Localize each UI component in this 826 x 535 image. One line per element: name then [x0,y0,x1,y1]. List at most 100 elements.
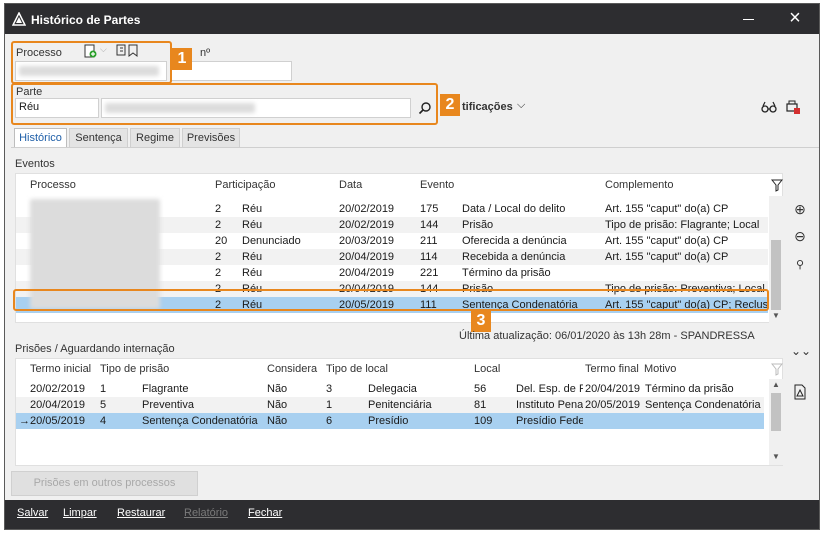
eventos-cell-evento: Data / Local do delito [462,203,566,215]
fechar-button[interactable]: Fechar [248,507,282,519]
prisoes-cell-tp: 1 [100,383,107,395]
prisoes-row[interactable]: → 20/05/2019 4 Sentença Condenatória Não 6 Pre… [16,413,764,429]
eventos-cell-comp: Art. 155 "caput" do(a) CP [605,251,729,263]
prisoes-cell-tipolocal: Penitenciária [368,399,432,411]
prisoes-scroll-thumb[interactable] [771,393,781,431]
prisoes-cell-tp: 4 [100,415,107,427]
notificacoes-label[interactable]: tificações [462,101,513,113]
tabs-divider [11,147,819,148]
app-logo-icon [12,12,26,26]
prisoes-cell-considera: Não [267,383,288,395]
eventos-cell-data: 20/04/2019 [339,251,395,263]
col-tipo-prisao[interactable]: Tipo de prisão [100,363,169,375]
notificacoes-chevron-icon[interactable]: ⌵ [517,99,525,112]
minimize-button[interactable] [739,10,759,28]
prisoes-cell-motivo: Término da prisão [645,383,734,395]
scroll-down-arrow[interactable]: ▼ [770,311,782,320]
print-alert-icon[interactable] [785,99,801,115]
eventos-cell-data: 20/02/2019 [339,219,395,231]
relatorio-button[interactable]: Relatório [184,507,228,519]
prisoes-row[interactable]: 20/04/2019 5 Preventiva Não 1 Penitenciária 81… [16,397,764,413]
prisoes-cell-fim: 20/04/2019 [585,383,641,395]
prisoes-cell-inicio: 20/04/2019 [30,399,86,411]
callout-2-badge: 2 [440,94,460,116]
salvar-button[interactable]: Salvar [17,507,48,519]
restaurar-button[interactable]: Restaurar [117,507,165,519]
callout-1-box [11,41,172,84]
remove-icon[interactable]: ⊖ [791,227,809,245]
processo-numero-label: nº [200,47,211,59]
window-title: Histórico de Partes [31,13,141,27]
col-considera[interactable]: Considera [267,363,317,375]
eventos-cell-comp: Art. 155 "caput" do(a) CP [605,235,729,247]
user-list-icon[interactable]: ⚲ [791,256,809,274]
prisoes-scroll-down-arrow[interactable]: ▼ [770,452,782,461]
filter-icon-disabled [771,363,783,376]
prisoes-cell-inicio: 20/05/2019 [30,415,86,427]
eventos-cell-comp: Art. 155 "caput" do(a) CP [605,203,729,215]
col-motivo[interactable]: Motivo [644,363,676,375]
expand-down-icon[interactable]: ⌄⌄ [791,342,811,360]
prisoes-cell-marker: → [19,415,29,427]
prisoes-cell-tp: 5 [100,399,107,411]
prisoes-cell-fim: 20/05/2019 [585,399,641,411]
prisoes-scrollbar[interactable]: ▲ ▼ [769,379,783,465]
filter-icon[interactable] [771,179,783,192]
prisoes-cell-tipolocal: Delegacia [368,383,417,395]
eventos-cell-data: 20/04/2019 [339,267,395,279]
prisoes-cell-considera: Não [267,415,288,427]
col-participacao[interactable]: Participação [215,179,276,191]
eventos-cell-data: 20/03/2019 [339,235,395,247]
tab-sentenca[interactable]: Sentença [69,128,128,147]
col-local[interactable]: Local [474,363,500,375]
bottom-menu-bar: Salvar Limpar Restaurar Relatório Fechar [5,500,819,529]
tab-regime[interactable]: Regime [130,128,180,147]
tab-historico[interactable]: Histórico [14,128,67,148]
eventos-cell-evento: Prisão [462,219,494,231]
eventos-cell-part: Réu [242,219,263,231]
eventos-section-label: Eventos [15,158,55,170]
eventos-cell-n: 2 [215,251,222,263]
eventos-cell-part: Réu [242,251,263,263]
prisoes-cell-loc: 109 [474,415,493,427]
col-tipo-local[interactable]: Tipo de local [326,363,388,375]
eventos-cell-evento: Término da prisão [462,267,551,279]
document-alert-icon[interactable] [793,384,807,400]
prisoes-grid: Termo inicial Tipo de prisão Considera T… [15,358,783,466]
prisoes-cell-tl: 3 [326,383,333,395]
prisoes-cell-loc: 56 [474,383,487,395]
tab-previsoes[interactable]: Previsões [182,128,240,147]
col-data[interactable]: Data [339,179,362,191]
prisoes-cell-tipo: Flagrante [142,383,189,395]
prisoes-scroll-up-arrow[interactable]: ▲ [770,380,782,389]
prisoes-cell-tipolocal: Presídio [368,415,409,427]
eventos-cell-cod: 175 [420,203,439,215]
eventos-cell-cod: 144 [420,219,439,231]
callout-3-box [13,289,769,311]
col-evento[interactable]: Evento [420,179,454,191]
prisoes-cell-motivo: Sentença Condenatória [645,399,761,411]
prisoes-section-label: Prisões / Aguardando internação [15,343,175,355]
glasses-icon[interactable] [761,100,777,114]
col-processo[interactable]: Processo [30,179,76,191]
eventos-cell-evento: Recebida a denúncia [462,251,566,263]
prisoes-cell-inicio: 20/02/2019 [30,383,86,395]
col-termo-final[interactable]: Termo final [585,363,639,375]
add-icon[interactable]: ⊕ [791,200,809,218]
eventos-cell-part: Réu [242,203,263,215]
col-complemento[interactable]: Complemento [605,179,673,191]
eventos-cell-comp: Tipo de prisão: Flagrante; Local [605,219,760,231]
col-termo-inicial[interactable]: Termo inicial [30,363,91,375]
prisoes-cell-loc: 81 [474,399,487,411]
prisoes-outros-processos-button[interactable]: Prisões em outros processos [11,471,198,496]
prisoes-cell-considera: Não [267,399,288,411]
close-button[interactable]: × [785,8,805,28]
eventos-cell-n: 2 [215,267,222,279]
eventos-scrollbar[interactable]: ▼ [769,196,783,323]
prisoes-cell-local: Del. Esp. de P [516,383,583,395]
eventos-scroll-thumb[interactable] [771,240,781,310]
prisoes-row[interactable]: 20/02/2019 1 Flagrante Não 3 Delegacia 56 Del. … [16,381,764,397]
limpar-button[interactable]: Limpar [63,507,97,519]
eventos-cell-part: Réu [242,267,263,279]
eventos-cell-part: Denunciado [242,235,301,247]
